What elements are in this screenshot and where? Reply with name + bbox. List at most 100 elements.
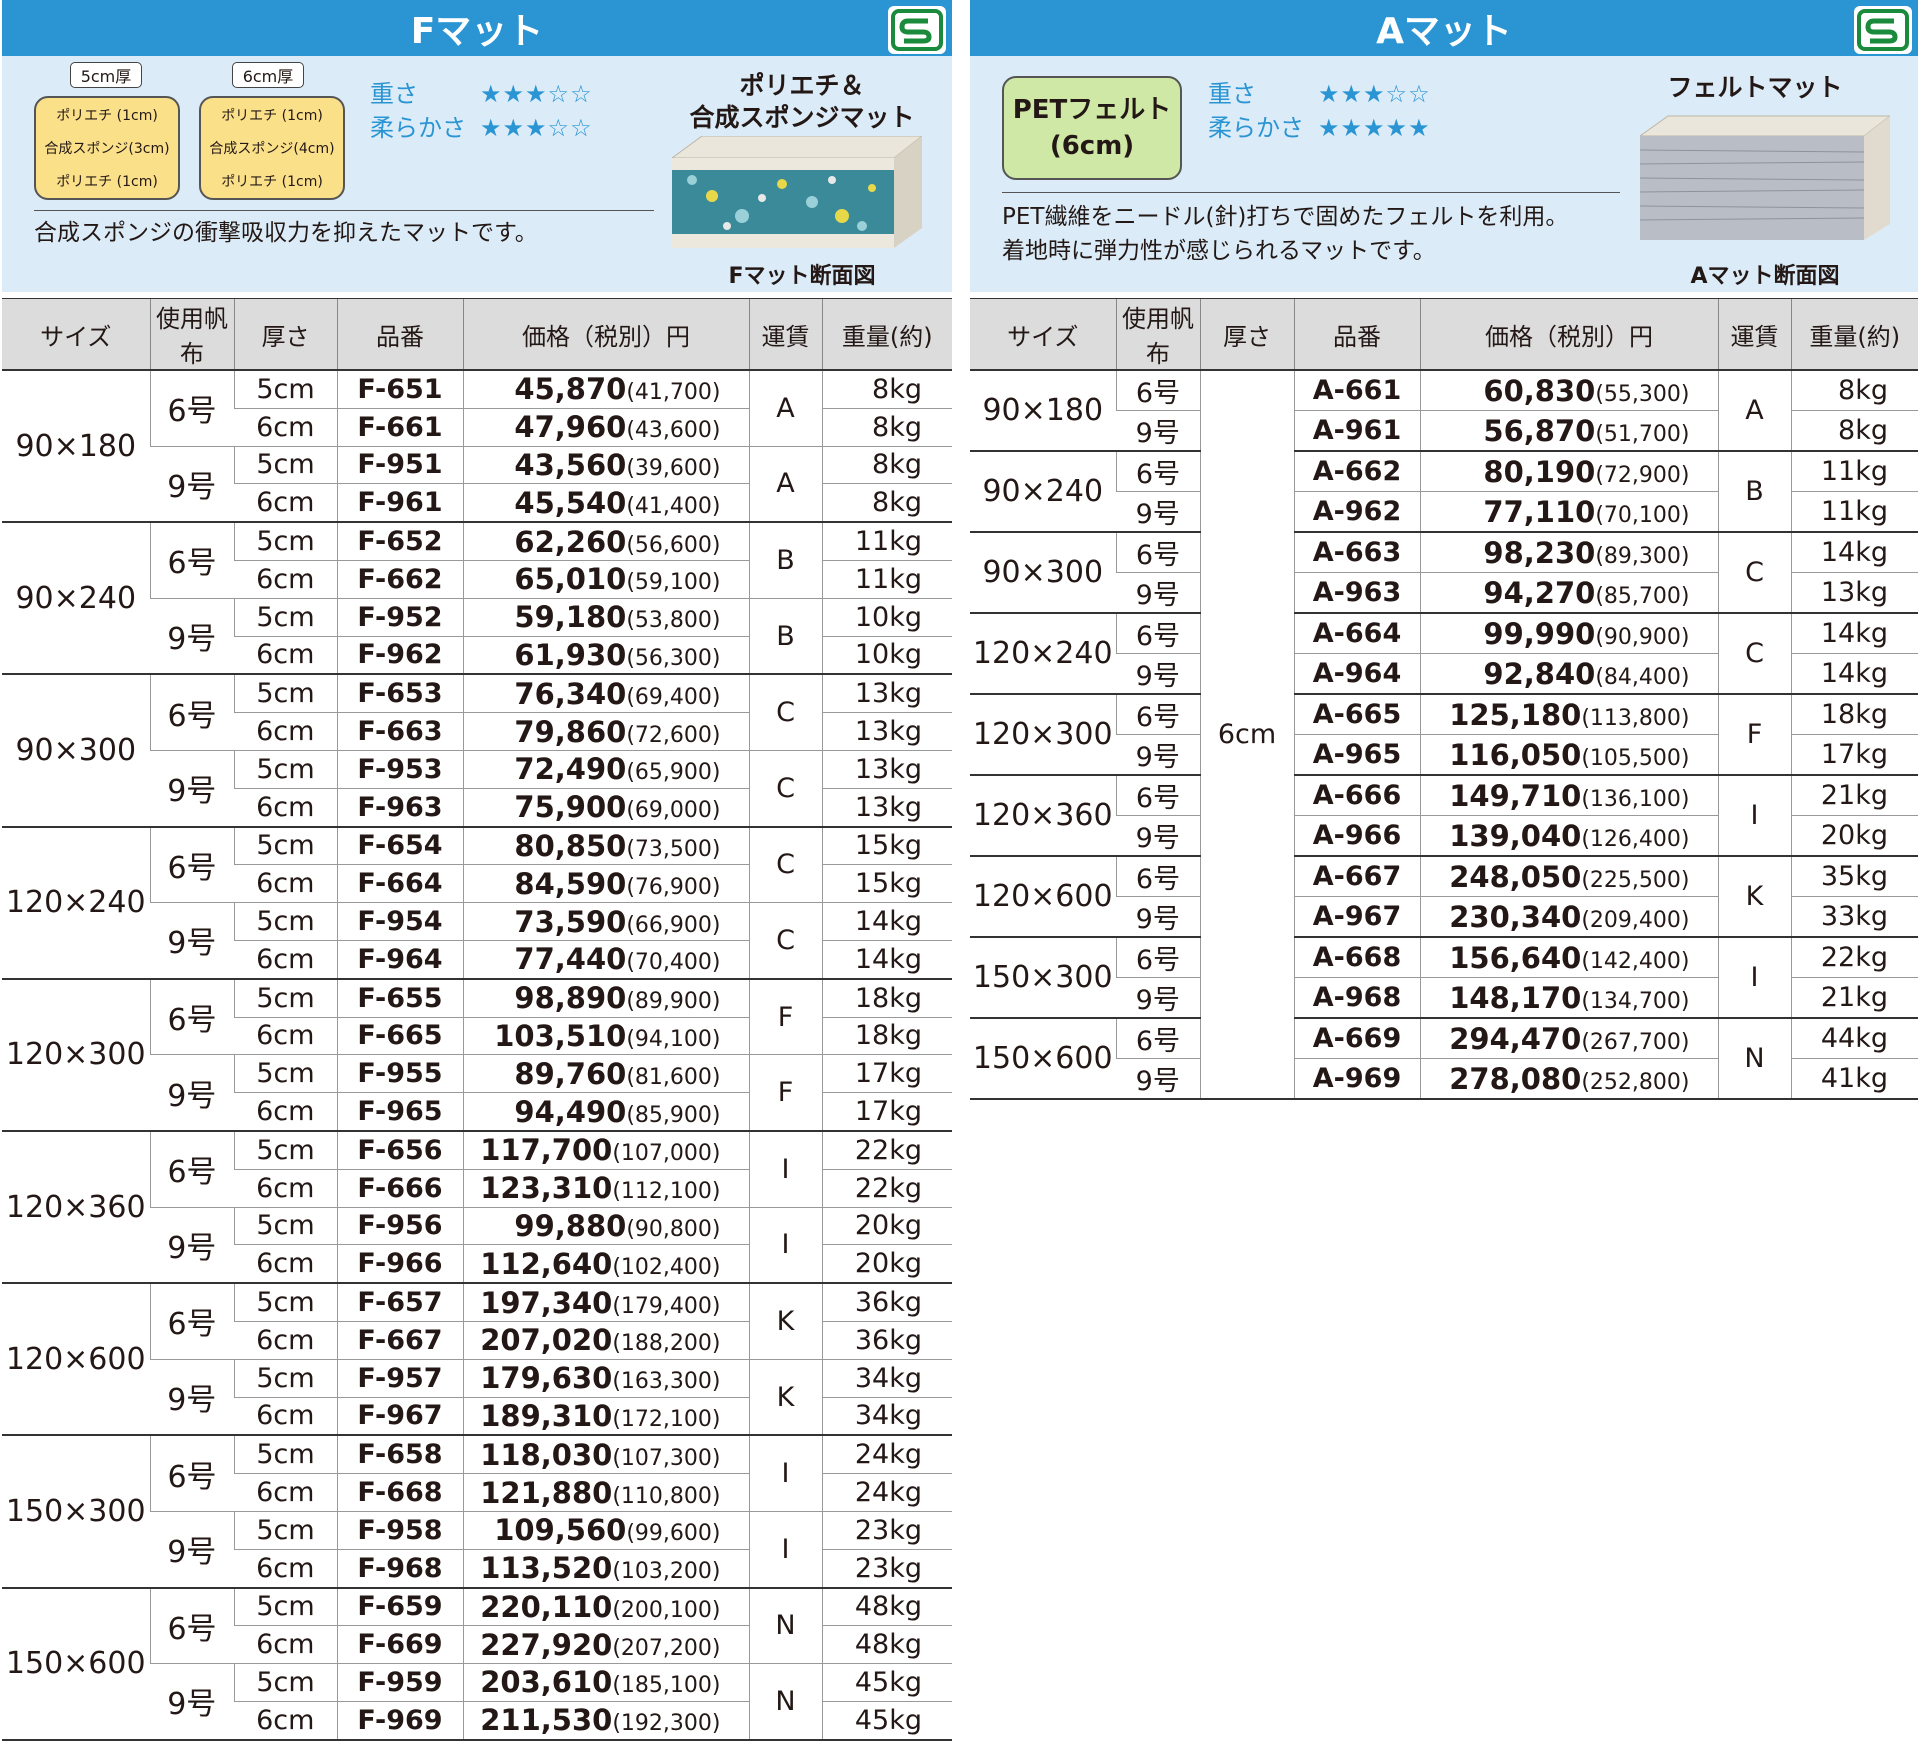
price-value: 75,900 bbox=[514, 790, 627, 825]
canvas-cell: 9号 bbox=[150, 1207, 234, 1285]
price-ex-tax: (65,900) bbox=[626, 760, 721, 786]
divider bbox=[34, 210, 654, 211]
price-value: 76,340 bbox=[514, 676, 627, 711]
weight-cell: 17kg bbox=[821, 1092, 952, 1132]
weight-cell: 8kg bbox=[821, 408, 952, 447]
price-cell: 75,900(69,000) bbox=[462, 788, 749, 828]
table-row: 90×180 6号 5cm F-651 45,870(41,700) A 8kg bbox=[2, 370, 952, 524]
table-header-row: サイズ 使用帆布 厚さ 品番 価格（税別）円 運賃 重量(約) bbox=[2, 298, 952, 371]
product-code: A-665 bbox=[1293, 694, 1420, 735]
price-value: 73,590 bbox=[514, 904, 627, 939]
weight-cell: 45kg bbox=[821, 1701, 952, 1741]
image-title-line1: ポリエチ＆ bbox=[739, 71, 865, 100]
material-line1: PETフェルト bbox=[1012, 95, 1172, 125]
price-ex-tax: (136,100) bbox=[1581, 786, 1690, 812]
weight-cell: 8kg bbox=[821, 446, 952, 485]
size-cell: 120×240 bbox=[2, 826, 150, 980]
weight-cell: 10kg bbox=[821, 598, 952, 637]
price-ex-tax: (207,200) bbox=[612, 1635, 721, 1661]
weight-cell: 41kg bbox=[1790, 1058, 1918, 1100]
price-value: 45,540 bbox=[514, 485, 627, 520]
price-ex-tax: (107,300) bbox=[612, 1445, 721, 1471]
column-header: 重量(約) bbox=[1790, 298, 1918, 371]
price-cell: 45,870(41,700) bbox=[462, 370, 749, 409]
price-cell: 203,610(185,100) bbox=[462, 1663, 749, 1702]
thickness-cell: 6cm bbox=[234, 712, 337, 751]
fare-cell: A bbox=[748, 370, 822, 447]
price-cell: 98,890(89,900) bbox=[462, 978, 749, 1018]
weight-cell: 15kg bbox=[821, 864, 952, 904]
weight-cell: 15kg bbox=[821, 826, 952, 866]
description-line1: PET繊維をニードル(針)打ちで固めたフェルトを利用。 bbox=[1002, 204, 1569, 230]
price-cell: 197,340(179,400) bbox=[462, 1283, 749, 1322]
a-mat-image-title: フェルトマット bbox=[1667, 73, 1843, 102]
table-row: 90×300 6号 A-663 98,230(89,300) C 14kg bbox=[970, 532, 1918, 614]
thickness-cell: 5cm bbox=[233, 1207, 337, 1246]
price-cell: 248,050(225,500) bbox=[1419, 856, 1718, 897]
price-value: 99,990 bbox=[1483, 616, 1596, 651]
f-mat-cross-section-image bbox=[672, 136, 922, 248]
weight-cell: 45kg bbox=[821, 1663, 952, 1702]
price-value: 156,640 bbox=[1449, 940, 1582, 975]
thickness-cell: 6cm bbox=[234, 1549, 337, 1589]
weight-cell: 13kg bbox=[821, 712, 952, 751]
column-header: 品番 bbox=[336, 298, 463, 371]
product-code: F-664 bbox=[336, 864, 463, 904]
softness-rating: 柔らかさ ★★★★★ bbox=[1208, 108, 1431, 143]
fare-cell: C bbox=[1717, 613, 1791, 695]
price-cell: 73,590(66,900) bbox=[462, 902, 749, 941]
softness-rating: 柔らかさ ★★★☆☆ bbox=[370, 108, 593, 143]
price-value: 123,310 bbox=[480, 1171, 613, 1206]
fare-cell: F bbox=[748, 978, 822, 1056]
product-code: F-959 bbox=[336, 1663, 463, 1702]
price-ex-tax: (107,000) bbox=[612, 1141, 721, 1167]
weight-cell: 13kg bbox=[821, 788, 952, 828]
weight-cell: 8kg bbox=[1790, 410, 1918, 452]
thickness-cell: 5cm bbox=[233, 1283, 337, 1322]
thickness-cell: 5cm bbox=[233, 1130, 337, 1170]
price-ex-tax: (172,100) bbox=[612, 1406, 721, 1432]
price-cell: 79,860(72,600) bbox=[462, 712, 749, 751]
price-cell: 149,710(136,100) bbox=[1419, 775, 1718, 816]
weight-cell: 20kg bbox=[821, 1207, 952, 1246]
product-code: F-957 bbox=[336, 1359, 463, 1398]
canvas-cell: 6号 bbox=[149, 1130, 234, 1208]
table-row: 90×180 6号 6cm A-661 60,830(55,300) A 8kg bbox=[970, 370, 1918, 1100]
column-header: 運賃 bbox=[748, 298, 822, 371]
weight-cell: 11kg bbox=[821, 560, 952, 599]
softness-label: 柔らかさ bbox=[1208, 114, 1304, 142]
canvas-cell: 6号 bbox=[149, 826, 234, 904]
thickness-cell: 6cm bbox=[234, 1701, 337, 1741]
price-value: 77,110 bbox=[1483, 494, 1596, 529]
price-cell: 47,960(43,600) bbox=[462, 408, 749, 447]
thickness-cell: 6cm bbox=[234, 1473, 337, 1512]
weight-cell: 14kg bbox=[1790, 613, 1918, 654]
weight-cell: 20kg bbox=[1790, 815, 1918, 857]
canvas-cell: 6号 bbox=[1115, 1018, 1200, 1059]
thickness-cell: 6cm bbox=[234, 1244, 337, 1285]
thickness-cell: 6cm bbox=[234, 636, 337, 676]
fare-cell: F bbox=[748, 1054, 822, 1132]
price-ex-tax: (90,800) bbox=[626, 1216, 721, 1242]
product-code: A-969 bbox=[1293, 1058, 1420, 1100]
size-cell: 120×600 bbox=[2, 1283, 150, 1437]
price-ex-tax: (66,900) bbox=[626, 912, 721, 938]
column-header: 重量(約) bbox=[821, 298, 952, 371]
price-cell: 43,560(39,600) bbox=[462, 446, 749, 485]
thickness-cell: 5cm bbox=[233, 598, 337, 637]
product-code: F-656 bbox=[336, 1130, 463, 1170]
price-ex-tax: (43,600) bbox=[626, 418, 721, 444]
price-ex-tax: (102,400) bbox=[612, 1254, 721, 1280]
thickness-cell: 6cm bbox=[234, 1625, 337, 1665]
column-header: 運賃 bbox=[1717, 298, 1791, 371]
fare-cell: B bbox=[1717, 451, 1791, 533]
price-value: 103,510 bbox=[494, 1018, 627, 1053]
price-value: 98,230 bbox=[1483, 535, 1596, 570]
product-code: A-662 bbox=[1293, 451, 1420, 492]
price-ex-tax: (192,300) bbox=[612, 1711, 721, 1737]
image-title-line2: 合成スポンジマット bbox=[689, 103, 915, 132]
price-value: 230,340 bbox=[1449, 899, 1582, 934]
weight-cell: 14kg bbox=[821, 902, 952, 941]
thickness-cell: 6cm bbox=[234, 1169, 337, 1208]
s-mark-icon bbox=[888, 6, 946, 54]
